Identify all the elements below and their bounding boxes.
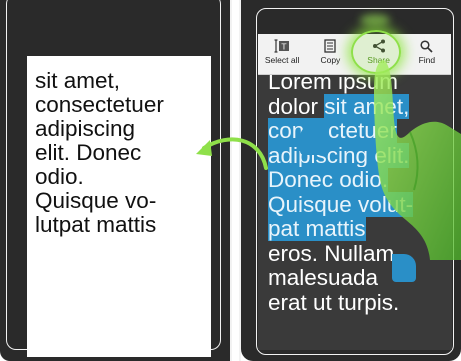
selection-start-handle[interactable] [300,125,327,155]
search-icon [420,37,433,55]
divider-line [230,0,232,361]
copy-icon [324,37,337,55]
text-line: malesuada [268,265,448,291]
pasted-text: sit amet, consectetuer adipiscing elit. … [35,68,164,237]
pointing-hand-icon [374,60,461,260]
copy-button[interactable]: Copy [306,34,354,74]
select-all-icon: T [274,37,290,55]
select-all-button[interactable]: T Select all [258,34,306,74]
copy-label: Copy [320,55,341,65]
touch-glow [360,14,390,26]
text-span: malesuada [268,265,379,290]
transfer-arrow-icon [196,137,268,170]
svg-text:T: T [281,43,287,52]
select-all-label: Select all [264,55,300,65]
text-line: erat ut turpis. [268,289,448,316]
text-span: dolor [268,93,325,119]
text-span: erat ut turpis. [268,289,400,315]
selected-text-span: pat mattis [268,216,366,241]
